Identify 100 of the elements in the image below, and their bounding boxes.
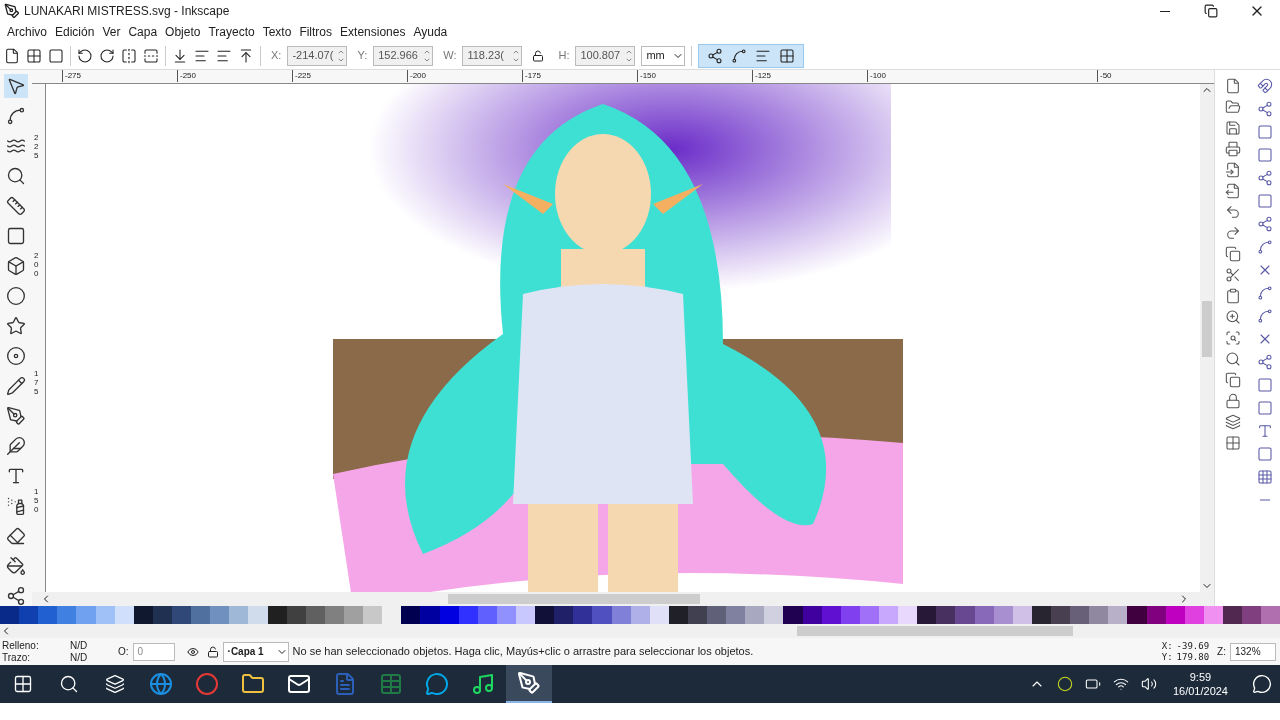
eraser-icon[interactable]: [6, 526, 26, 546]
scrollbar-thumb[interactable]: [448, 594, 700, 604]
snap-toggle-icon[interactable]: [1257, 239, 1273, 255]
taskbar-app[interactable]: [506, 665, 552, 703]
color-swatch[interactable]: [95, 606, 115, 624]
color-swatch[interactable]: [687, 606, 708, 624]
color-swatch[interactable]: [343, 606, 364, 624]
numeric-field[interactable]: 152.966: [373, 45, 434, 66]
connector-icon[interactable]: [6, 586, 26, 606]
menu-item[interactable]: Ayuda: [410, 23, 451, 41]
tray-app-icon[interactable]: [1056, 676, 1073, 692]
color-swatch[interactable]: [229, 606, 249, 624]
color-swatch[interactable]: [764, 606, 784, 624]
color-swatch[interactable]: [630, 606, 650, 624]
color-swatch[interactable]: [611, 606, 631, 624]
color-swatch[interactable]: [707, 606, 727, 624]
menu-item[interactable]: Edición: [52, 23, 98, 41]
color-swatch[interactable]: [1070, 606, 1090, 624]
copy-icon[interactable]: [1224, 246, 1241, 262]
transform-icon[interactable]: [1224, 435, 1241, 451]
layer-dropdown[interactable]: ·Capa 1: [222, 641, 289, 662]
color-swatch[interactable]: [57, 606, 77, 624]
color-swatch[interactable]: [649, 606, 669, 624]
clipboard-icon[interactable]: [1224, 288, 1241, 304]
color-swatch[interactable]: [248, 606, 268, 624]
menu-item[interactable]: Objeto: [162, 23, 204, 41]
node-edit-icon[interactable]: [6, 106, 26, 126]
save-icon[interactable]: [1224, 120, 1241, 136]
color-swatch[interactable]: [76, 606, 96, 624]
color-swatch[interactable]: [1127, 606, 1147, 624]
color-swatch[interactable]: [1165, 606, 1185, 624]
color-swatch[interactable]: [1242, 606, 1262, 624]
duplicate-icon[interactable]: [1224, 372, 1241, 388]
color-swatch[interactable]: [133, 606, 153, 624]
clock-date[interactable]: 16/01/2024: [1172, 684, 1228, 698]
zoom-selection-icon[interactable]: [1224, 309, 1241, 325]
color-swatch[interactable]: [898, 606, 918, 624]
menu-item[interactable]: Capa: [125, 23, 161, 41]
rectangle-icon[interactable]: [6, 226, 26, 246]
flip-horizontal-icon[interactable]: [121, 47, 137, 64]
color-swatch[interactable]: [458, 606, 478, 624]
task-view-icon[interactable]: [105, 674, 125, 694]
notifications-icon[interactable]: [1252, 674, 1272, 694]
color-swatch[interactable]: [573, 606, 593, 624]
snap-toggle-icon[interactable]: [1257, 423, 1273, 439]
color-swatch[interactable]: [19, 606, 39, 624]
scissors-icon[interactable]: [1224, 267, 1241, 283]
volume-icon[interactable]: [1140, 676, 1157, 692]
color-swatch[interactable]: [210, 606, 230, 624]
color-swatch[interactable]: [840, 606, 860, 624]
lock-icon[interactable]: [206, 645, 219, 658]
color-swatch[interactable]: [191, 606, 211, 624]
color-swatch[interactable]: [993, 606, 1013, 624]
color-swatch[interactable]: [305, 606, 325, 624]
snap-toggle-icon[interactable]: [1257, 469, 1273, 485]
export-icon[interactable]: [1224, 183, 1241, 199]
color-swatch[interactable]: [1089, 606, 1109, 624]
text-icon[interactable]: [6, 466, 26, 486]
ruler-icon[interactable]: [6, 196, 26, 216]
snap-toggle-icon[interactable]: [1257, 216, 1273, 232]
color-swatch[interactable]: [783, 606, 803, 624]
pointer-icon[interactable]: [6, 76, 26, 96]
import-icon[interactable]: [1224, 162, 1241, 178]
color-swatch[interactable]: [477, 606, 497, 624]
windows-start-icon[interactable]: [13, 674, 33, 694]
clock-time[interactable]: 9:59: [1189, 670, 1212, 684]
pencil-icon[interactable]: [6, 376, 26, 396]
snap-toggle-icon[interactable]: [1257, 354, 1273, 370]
lock-group-icon[interactable]: [1224, 393, 1241, 409]
color-swatch[interactable]: [745, 606, 765, 624]
select-all-icon[interactable]: [4, 47, 20, 64]
menu-item[interactable]: Archivo: [4, 23, 50, 41]
numeric-field[interactable]: -214.07(: [287, 45, 348, 66]
color-swatch[interactable]: [1184, 606, 1204, 624]
menu-item[interactable]: Extensiones: [337, 23, 409, 41]
snap-toggle-icon[interactable]: [1257, 147, 1273, 163]
undo-icon[interactable]: [1224, 204, 1241, 220]
zoom-icon[interactable]: [6, 166, 26, 186]
snap-toggle-icon[interactable]: [1257, 78, 1273, 94]
spray-icon[interactable]: [6, 496, 26, 516]
spiral-icon[interactable]: [6, 346, 26, 366]
zoom-field[interactable]: 132%: [1230, 642, 1276, 661]
color-swatch[interactable]: [859, 606, 880, 624]
color-swatch[interactable]: [401, 606, 421, 624]
color-swatch[interactable]: [726, 606, 746, 624]
menu-item[interactable]: Ver: [99, 23, 124, 41]
snap-toggle-icon[interactable]: [1257, 308, 1273, 324]
color-swatch[interactable]: [1012, 606, 1032, 624]
battery-icon[interactable]: [1084, 676, 1101, 692]
deselect-icon[interactable]: [48, 47, 64, 64]
select-all-layers-icon[interactable]: [26, 47, 42, 64]
color-swatch[interactable]: [0, 606, 20, 624]
snap-toggle-icon[interactable]: [1257, 193, 1273, 209]
color-swatch[interactable]: [668, 606, 688, 624]
scrollbar-thumb[interactable]: [1202, 301, 1212, 357]
move-patterns-icon[interactable]: [779, 47, 796, 64]
scrollbar-thumb[interactable]: [797, 626, 1073, 636]
color-swatch[interactable]: [821, 606, 841, 624]
unit-dropdown[interactable]: mm: [641, 45, 686, 66]
color-swatch[interactable]: [515, 606, 536, 624]
